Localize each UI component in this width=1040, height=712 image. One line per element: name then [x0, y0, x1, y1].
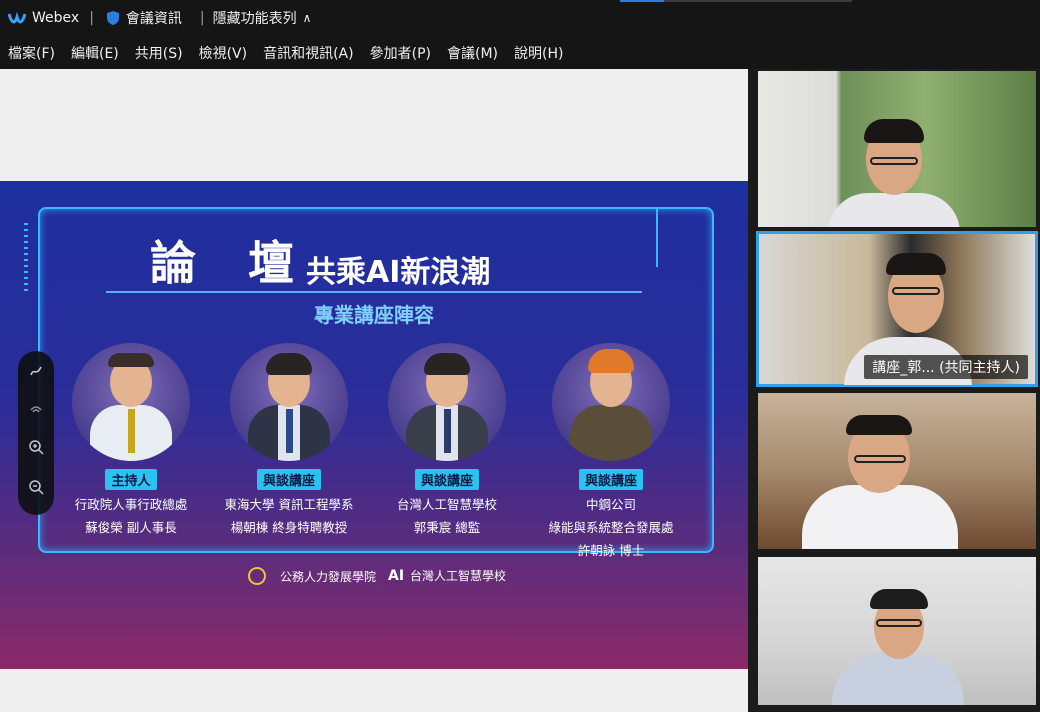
- shared-content-area[interactable]: 論 壇 共乘AI新浪潮 專業講座陣容 主持人 行政院人事行政總處 蘇俊榮 副人事…: [0, 69, 748, 712]
- speaker-photo: [230, 343, 348, 461]
- hide-menu-button[interactable]: 隱藏功能表列: [213, 8, 297, 28]
- speaker-photo: [552, 343, 670, 461]
- menu-meeting[interactable]: 會議(M): [447, 43, 498, 63]
- progress-fill: [620, 0, 665, 2]
- slide-heading: 專業講座陣容: [314, 303, 434, 327]
- pointer-icon[interactable]: [18, 401, 54, 421]
- pen-icon[interactable]: [18, 363, 54, 383]
- speaker-name: 郭秉宸 總監: [413, 520, 481, 535]
- title-bar: Webex | 會議資訊 | 隱藏功能表列 ∧: [0, 0, 1040, 36]
- role-badge: 與談講座: [256, 469, 321, 490]
- logo-hrd-academy: 公務人力發展學院: [248, 567, 376, 585]
- speaker-org: 中鋼公司: [585, 497, 636, 512]
- video-tile-active-speaker[interactable]: 講座_郭... (共同主持人): [756, 231, 1038, 387]
- speaker-card: 主持人 行政院人事行政總處 蘇俊榮 副人事長: [56, 343, 206, 536]
- menu-bar: 檔案(F) 編輯(E) 共用(S) 檢視(V) 音訊和視訊(A) 參加者(P) …: [0, 36, 1040, 69]
- logo-aiacademy: AI 台灣人工智慧學校: [388, 567, 506, 584]
- webex-logo-icon: [8, 11, 26, 25]
- participant-name-tag: 講座_郭... (共同主持人): [864, 355, 1028, 379]
- speaker-name: 許朝詠 博士: [577, 543, 645, 558]
- separator: |: [199, 10, 205, 26]
- speaker-photo: [388, 343, 506, 461]
- menu-audio-video[interactable]: 音訊和視訊(A): [263, 43, 354, 63]
- menu-edit[interactable]: 編輯(E): [71, 43, 119, 63]
- zoom-in-icon[interactable]: [18, 439, 54, 459]
- menu-share[interactable]: 共用(S): [135, 43, 183, 63]
- role-badge: 與談講座: [414, 469, 479, 490]
- menu-help[interactable]: 說明(H): [514, 43, 563, 63]
- menu-view[interactable]: 檢視(V): [199, 43, 248, 63]
- shared-slide: 論 壇 共乘AI新浪潮 專業講座陣容 主持人 行政院人事行政總處 蘇俊榮 副人事…: [0, 181, 748, 669]
- divider: [106, 291, 642, 293]
- meeting-info-button[interactable]: 會議資訊: [126, 8, 182, 28]
- speaker-card: 與談講座 東海大學 資訊工程學系 楊朝棟 終身特聘教授: [214, 343, 364, 536]
- menu-file[interactable]: 檔案(F): [8, 43, 55, 63]
- annotation-toolbar: [18, 351, 54, 515]
- role-badge: 主持人: [105, 469, 157, 490]
- video-tile[interactable]: [758, 393, 1036, 549]
- frame-notch: [548, 207, 658, 267]
- speaker-card: 與談講座 台灣人工智慧學校 郭秉宸 總監: [372, 343, 522, 536]
- logo-right-label: 台灣人工智慧學校: [410, 569, 507, 583]
- slide-subtitle: 共乘AI新浪潮: [306, 255, 491, 290]
- chevron-up-icon[interactable]: ∧: [303, 11, 312, 25]
- speaker-org: 台灣人工智慧學校: [396, 497, 497, 512]
- menu-participants[interactable]: 參加者(P): [370, 43, 431, 63]
- speaker-name: 蘇俊榮 副人事長: [85, 520, 177, 535]
- speaker-org: 東海大學 資訊工程學系: [224, 497, 354, 512]
- emblem-icon: [248, 567, 266, 585]
- slide-title: 論 壇: [150, 236, 313, 290]
- ai-logo-icon: AI: [388, 567, 405, 584]
- app-name: Webex: [32, 10, 80, 26]
- speaker-photo: [72, 343, 190, 461]
- video-panel: 講座_郭... (共同主持人): [748, 69, 1040, 712]
- speaker-org: 行政院人事行政總處: [74, 497, 188, 512]
- logo-left-label: 公務人力發展學院: [280, 569, 377, 584]
- zoom-out-icon[interactable]: [18, 479, 54, 499]
- speaker-card: 與談講座 中鋼公司 綠能與系統整合發展處 許朝詠 博士: [536, 343, 686, 559]
- separator: |: [89, 10, 94, 26]
- decorative-dots: [24, 223, 28, 293]
- video-tile[interactable]: [758, 557, 1036, 705]
- speaker-dept: 綠能與系統整合發展處: [548, 520, 674, 535]
- speaker-name: 楊朝棟 終身特聘教授: [230, 520, 348, 535]
- connection-progress-bar: [620, 0, 852, 2]
- shield-icon[interactable]: [106, 10, 120, 26]
- video-tile[interactable]: [758, 71, 1036, 227]
- role-badge: 與談講座: [578, 469, 643, 490]
